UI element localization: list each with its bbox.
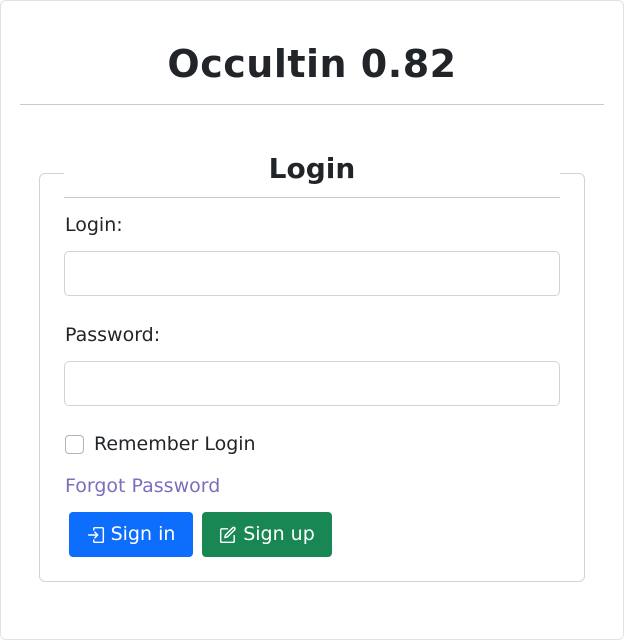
page-title: Occultin 0.82: [167, 42, 457, 86]
login-input[interactable]: [64, 251, 560, 296]
pencil-square-icon: [219, 526, 237, 544]
password-label: Password:: [65, 324, 161, 346]
remember-login-label[interactable]: Remember Login: [94, 432, 256, 456]
remember-login-checkbox[interactable]: [65, 435, 84, 454]
sign-in-label: Sign in: [110, 523, 176, 545]
title-divider: [20, 104, 604, 105]
login-label: Login:: [65, 214, 123, 236]
legend-divider: [64, 197, 560, 198]
box-arrow-in-right-icon: [87, 526, 105, 544]
sign-in-button[interactable]: Sign in: [69, 512, 193, 557]
forgot-password-link[interactable]: Forgot Password: [65, 474, 220, 498]
password-input[interactable]: [64, 361, 560, 406]
sign-up-button[interactable]: Sign up: [202, 512, 332, 557]
sign-up-label: Sign up: [243, 523, 315, 545]
login-legend: Login: [268, 152, 356, 185]
